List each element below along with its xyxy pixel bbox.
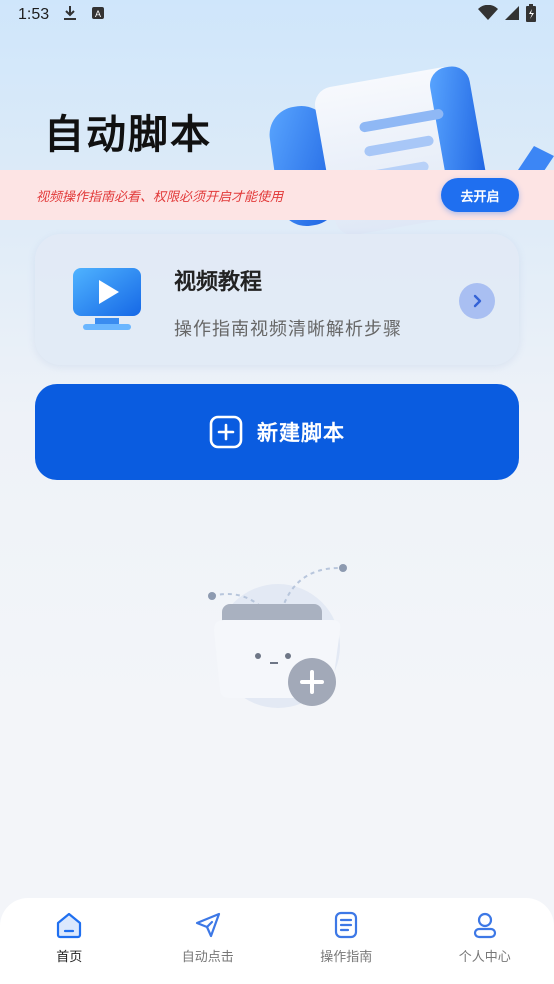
new-script-label: 新建脚本 — [257, 421, 345, 445]
nav-label-home: 首页 — [56, 950, 83, 965]
nav-label-auto-click: 自动点击 — [181, 950, 234, 965]
enable-permission-button[interactable]: 去开启 — [441, 178, 519, 212]
empty-folder-illustration — [208, 564, 347, 708]
page-title: 自动脚本 — [44, 112, 212, 158]
home-icon — [57, 912, 82, 939]
video-card-subtitle: 操作指南视频清晰解析步骤 — [174, 319, 402, 340]
nav-label-guide: 操作指南 — [320, 950, 373, 965]
status-bar: 1:53 A — [0, 0, 554, 30]
send-icon — [195, 912, 220, 938]
video-play-icon — [73, 268, 141, 330]
bottom-navigation: 首页 自动点击 操作指南 个人中心 — [0, 898, 554, 984]
svg-text:A: A — [95, 9, 101, 19]
wifi-icon — [478, 4, 498, 25]
nav-item-home[interactable]: 首页 — [19, 910, 119, 965]
battery-icon — [526, 4, 536, 26]
keyboard-a-icon: A — [91, 6, 105, 24]
nav-item-guide[interactable]: 操作指南 — [296, 910, 396, 965]
download-icon — [63, 5, 77, 25]
permission-notice: 视频操作指南必看、权限必须开启才能使用 去开启 — [0, 170, 554, 220]
nav-label-profile: 个人中心 — [458, 950, 511, 965]
notice-text: 视频操作指南必看、权限必须开启才能使用 — [36, 189, 284, 205]
nav-item-profile[interactable]: 个人中心 — [435, 910, 535, 965]
signal-icon — [504, 5, 520, 25]
new-script-button[interactable]: 新建脚本 — [35, 384, 519, 480]
video-card-title: 视频教程 — [174, 270, 263, 295]
nav-item-auto-click[interactable]: 自动点击 — [158, 910, 258, 965]
plus-square-icon — [209, 415, 243, 449]
user-icon — [473, 912, 496, 939]
chevron-right-icon[interactable] — [459, 283, 495, 319]
status-time: 1:53 — [18, 6, 50, 23]
video-tutorial-card[interactable]: 视频教程 操作指南视频清晰解析步骤 — [35, 234, 519, 365]
document-icon — [335, 911, 358, 939]
